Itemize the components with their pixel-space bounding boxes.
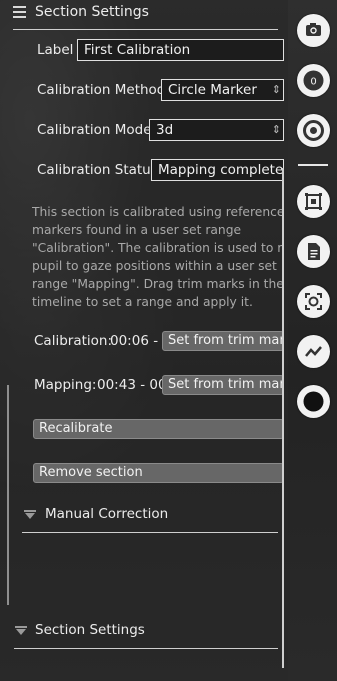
sidebar-divider (298, 164, 328, 166)
target-icon (303, 120, 324, 141)
select-arrow-icon: ⇕ (271, 83, 281, 96)
sidebar-document-button[interactable] (297, 235, 330, 268)
calibration-range-value: 00:06 - (110, 333, 159, 349)
svg-text:0: 0 (310, 77, 316, 88)
manual-correction-divider (22, 532, 278, 533)
calibration-method-value: Circle Marker (168, 82, 257, 98)
section-settings-header[interactable]: Section Settings (35, 622, 145, 638)
label-field-label: Label (37, 42, 74, 58)
calibration-set-from-trim-button[interactable]: Set from trim mark (162, 331, 284, 351)
calibration-mode-label: Calibration Mode (37, 122, 152, 138)
surface-tracker-icon (305, 193, 322, 210)
section-settings-menu: Section Settings Label First Calibration… (0, 0, 288, 681)
menu-scrollbar[interactable] (282, 168, 284, 668)
camera-icon (306, 23, 321, 36)
manual-correction-header[interactable]: Manual Correction (45, 506, 168, 522)
menu-toggle-icon[interactable] (13, 6, 26, 18)
mapping-range-value: 00:43 - 00 (97, 377, 167, 393)
calibration-status-label: Calibration Status (37, 162, 158, 178)
description-line: timeline to set a range and apply it. (32, 295, 253, 309)
title-divider (13, 29, 278, 30)
calibration-range-label: Calibration: (34, 333, 113, 349)
sidebar-record-button[interactable] (297, 385, 330, 418)
calibration-status-field: Mapping complete. (151, 159, 284, 181)
sidebar-eye-button[interactable]: 0 (297, 64, 330, 97)
section-settings-divider (14, 648, 278, 649)
calibration-mode-value: 3d (156, 122, 174, 138)
menu-title: Section Settings (35, 4, 149, 20)
collapse-triangle-icon[interactable] (15, 626, 27, 635)
face-focus-icon (305, 293, 322, 310)
sidebar-surface-tracker-button[interactable] (297, 185, 330, 218)
sidebar-graph-button[interactable] (297, 335, 330, 368)
sidebar-camera-button[interactable] (297, 14, 330, 47)
collapse-triangle-icon[interactable] (24, 510, 36, 519)
mapping-range-label: Mapping: (34, 377, 97, 393)
description-line: range "Mapping". Drag trim marks in the (32, 277, 284, 291)
eye-icon: 0 (303, 70, 324, 91)
description-line: This section is calibrated using referen… (32, 205, 284, 219)
section-description: This section is calibrated using referen… (32, 203, 284, 311)
calibration-mode-select[interactable]: 3d ⇕ (149, 119, 284, 141)
label-input[interactable]: First Calibration (77, 39, 284, 61)
mapping-set-from-trim-button[interactable]: Set from trim mark (162, 375, 284, 395)
recalibrate-button[interactable]: Recalibrate (33, 419, 284, 439)
description-line: pupil to gaze positions within a user se… (32, 259, 277, 273)
record-icon (303, 391, 324, 412)
sidebar-target-button[interactable] (297, 114, 330, 147)
calibration-method-label: Calibration Method (37, 82, 166, 98)
document-icon (308, 243, 320, 260)
calibration-method-select[interactable]: Circle Marker ⇕ (161, 79, 284, 101)
description-line: markers found in a user set range (32, 223, 242, 237)
graph-icon (305, 346, 322, 357)
description-line: "Calibration". The calibration is used t… (32, 241, 284, 255)
remove-section-button[interactable]: Remove section (33, 463, 284, 483)
sidebar-face-focus-button[interactable] (297, 285, 330, 318)
select-arrow-icon: ⇕ (271, 123, 281, 136)
outer-scrollbar[interactable] (7, 385, 9, 605)
